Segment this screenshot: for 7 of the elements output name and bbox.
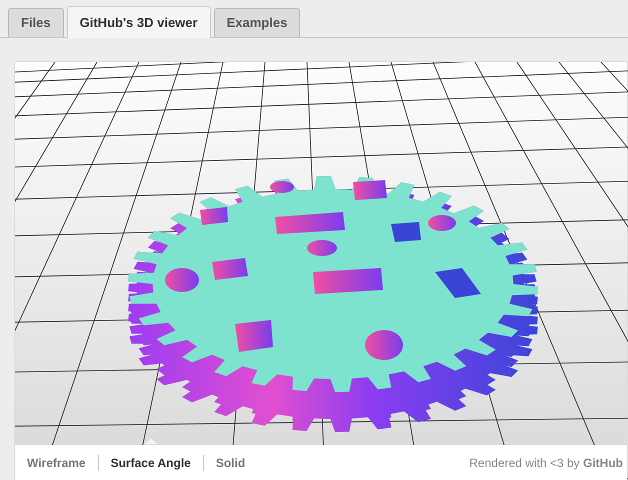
tab[interactable]: GitHub's 3D viewer [66,6,211,38]
view-mode-tab[interactable]: Surface Angle [110,454,191,472]
tab[interactable]: Examples [214,8,300,37]
tab[interactable]: Files [8,8,64,37]
view-mode-tab[interactable]: Solid [216,454,246,472]
view-mode-tab[interactable]: Wireframe [27,454,86,472]
credit-text: Rendered with <3 by GitHub [469,454,623,472]
